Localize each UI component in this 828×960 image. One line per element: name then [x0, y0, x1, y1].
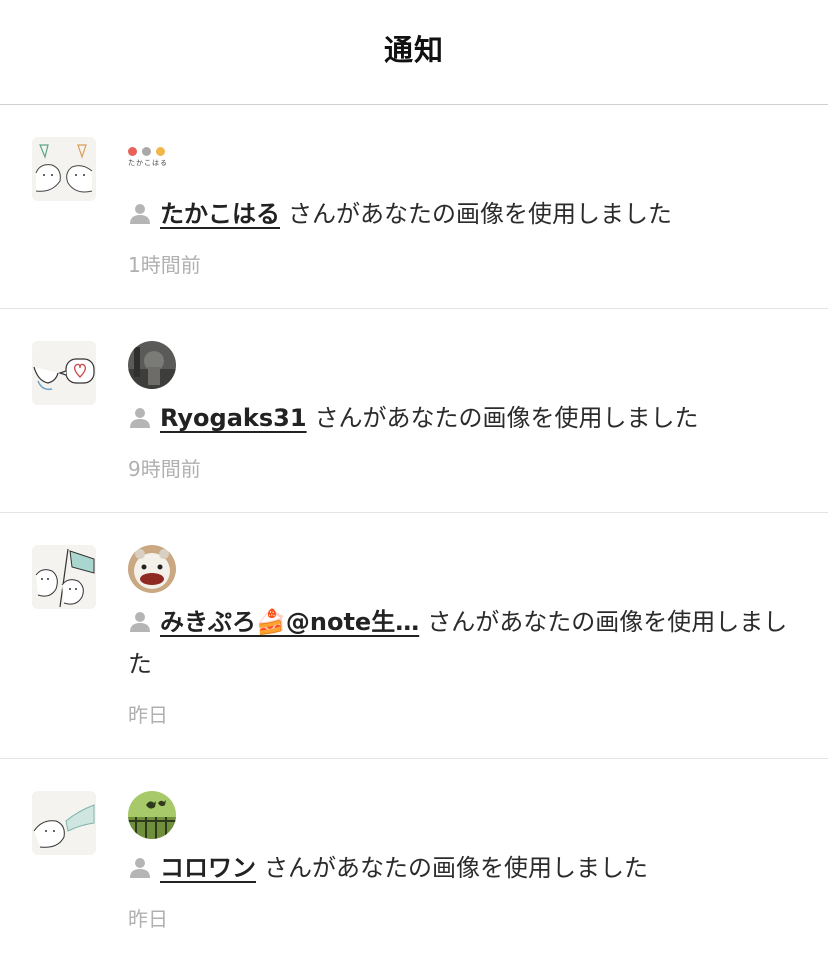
username-link[interactable]: たかこはる	[160, 200, 280, 228]
header: 通知	[0, 0, 828, 105]
notification-text: さんがあなたの画像を使用しました	[264, 854, 648, 882]
yellow-dot-icon	[156, 147, 165, 156]
notification-message: たかこはる さんがあなたの画像を使用しました	[128, 193, 788, 235]
page-title: 通知	[383, 33, 444, 67]
two-characters-sketch-icon[interactable]	[32, 137, 96, 201]
notification-text: さんがあなたの画像を使用しました	[288, 200, 672, 228]
notification-item[interactable]: みきぷろ🍰@note生… さんがあなたの画像を使用しました 昨日	[0, 513, 828, 759]
notification-message: Ryogaks31 さんがあなたの画像を使用しました	[128, 397, 788, 439]
timestamp: 昨日	[128, 703, 168, 727]
person-icon	[130, 204, 150, 224]
user-photo-avatar-icon[interactable]	[128, 341, 176, 389]
person-icon	[130, 408, 150, 428]
username-link[interactable]: Ryogaks31	[160, 404, 307, 432]
notification-item[interactable]: たかこはる たかこはる さんがあなたの画像を使用しました 1時間前	[0, 105, 828, 309]
notification-item[interactable]: Ryogaks31 さんがあなたの画像を使用しました 9時間前	[0, 309, 828, 513]
username-link[interactable]: コロワン	[160, 854, 256, 882]
logo-text: たかこはる	[128, 159, 168, 167]
timestamp: 1時間前	[128, 253, 201, 277]
green-birds-avatar-icon[interactable]	[128, 791, 176, 839]
stuffed-toy-avatar-icon[interactable]	[128, 545, 176, 593]
notification-text: さんがあなたの画像を使用しました	[314, 404, 699, 432]
username-link[interactable]: みきぷろ🍰@note生…	[160, 608, 419, 636]
person-icon	[130, 612, 150, 632]
gray-dot-icon	[142, 147, 151, 156]
red-dot-icon	[128, 147, 137, 156]
takakoharu-logo-icon[interactable]: たかこはる	[128, 135, 180, 175]
notification-item[interactable]: コロワン さんがあなたの画像を使用しました 昨日	[0, 759, 828, 960]
notification-message: みきぷろ🍰@note生… さんがあなたの画像を使用しました	[128, 601, 788, 685]
person-icon	[130, 858, 150, 878]
flag-characters-sketch-icon[interactable]	[32, 545, 96, 609]
timestamp: 昨日	[128, 907, 168, 931]
timestamp: 9時間前	[128, 457, 201, 481]
bird-heart-sketch-icon[interactable]	[32, 341, 96, 405]
notification-message: コロワン さんがあなたの画像を使用しました	[128, 847, 788, 889]
wave-character-sketch-icon[interactable]	[32, 791, 96, 855]
